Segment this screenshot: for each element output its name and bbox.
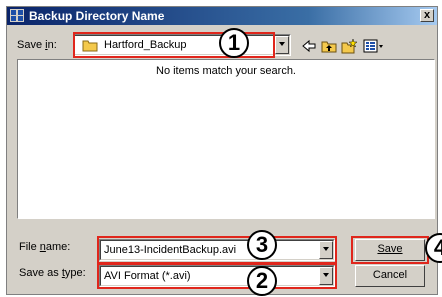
- view-menu-icon[interactable]: [363, 38, 385, 54]
- cancel-button[interactable]: Cancel: [355, 265, 425, 287]
- close-icon: x: [423, 9, 431, 21]
- highlight-box-3: [97, 236, 337, 264]
- chevron-down-icon[interactable]: [275, 36, 289, 54]
- back-arrow-icon[interactable]: [301, 38, 317, 54]
- up-folder-icon[interactable]: [321, 38, 337, 54]
- file-name-label: File name:: [19, 241, 71, 253]
- app-icon: [10, 9, 24, 22]
- close-button[interactable]: x: [420, 9, 434, 22]
- new-folder-icon[interactable]: [341, 38, 357, 54]
- dialog-title: Backup Directory Name: [29, 9, 165, 23]
- empty-message: No items match your search.: [156, 65, 296, 77]
- save-in-label: Save in:: [17, 39, 57, 51]
- backup-dialog: Backup Directory Name x Save in: Hartfor…: [6, 6, 442, 296]
- highlight-box-2: [97, 263, 337, 289]
- callout-2: 2: [247, 266, 277, 296]
- file-list[interactable]: No items match your search.: [17, 59, 435, 219]
- callout-1: 1: [219, 28, 249, 58]
- title-bar[interactable]: Backup Directory Name x: [7, 7, 437, 25]
- highlight-box-4: [351, 236, 429, 264]
- save-as-type-label: Save as type:: [19, 267, 86, 279]
- callout-3: 3: [247, 230, 277, 260]
- cancel-button-label: Cancel: [372, 269, 408, 281]
